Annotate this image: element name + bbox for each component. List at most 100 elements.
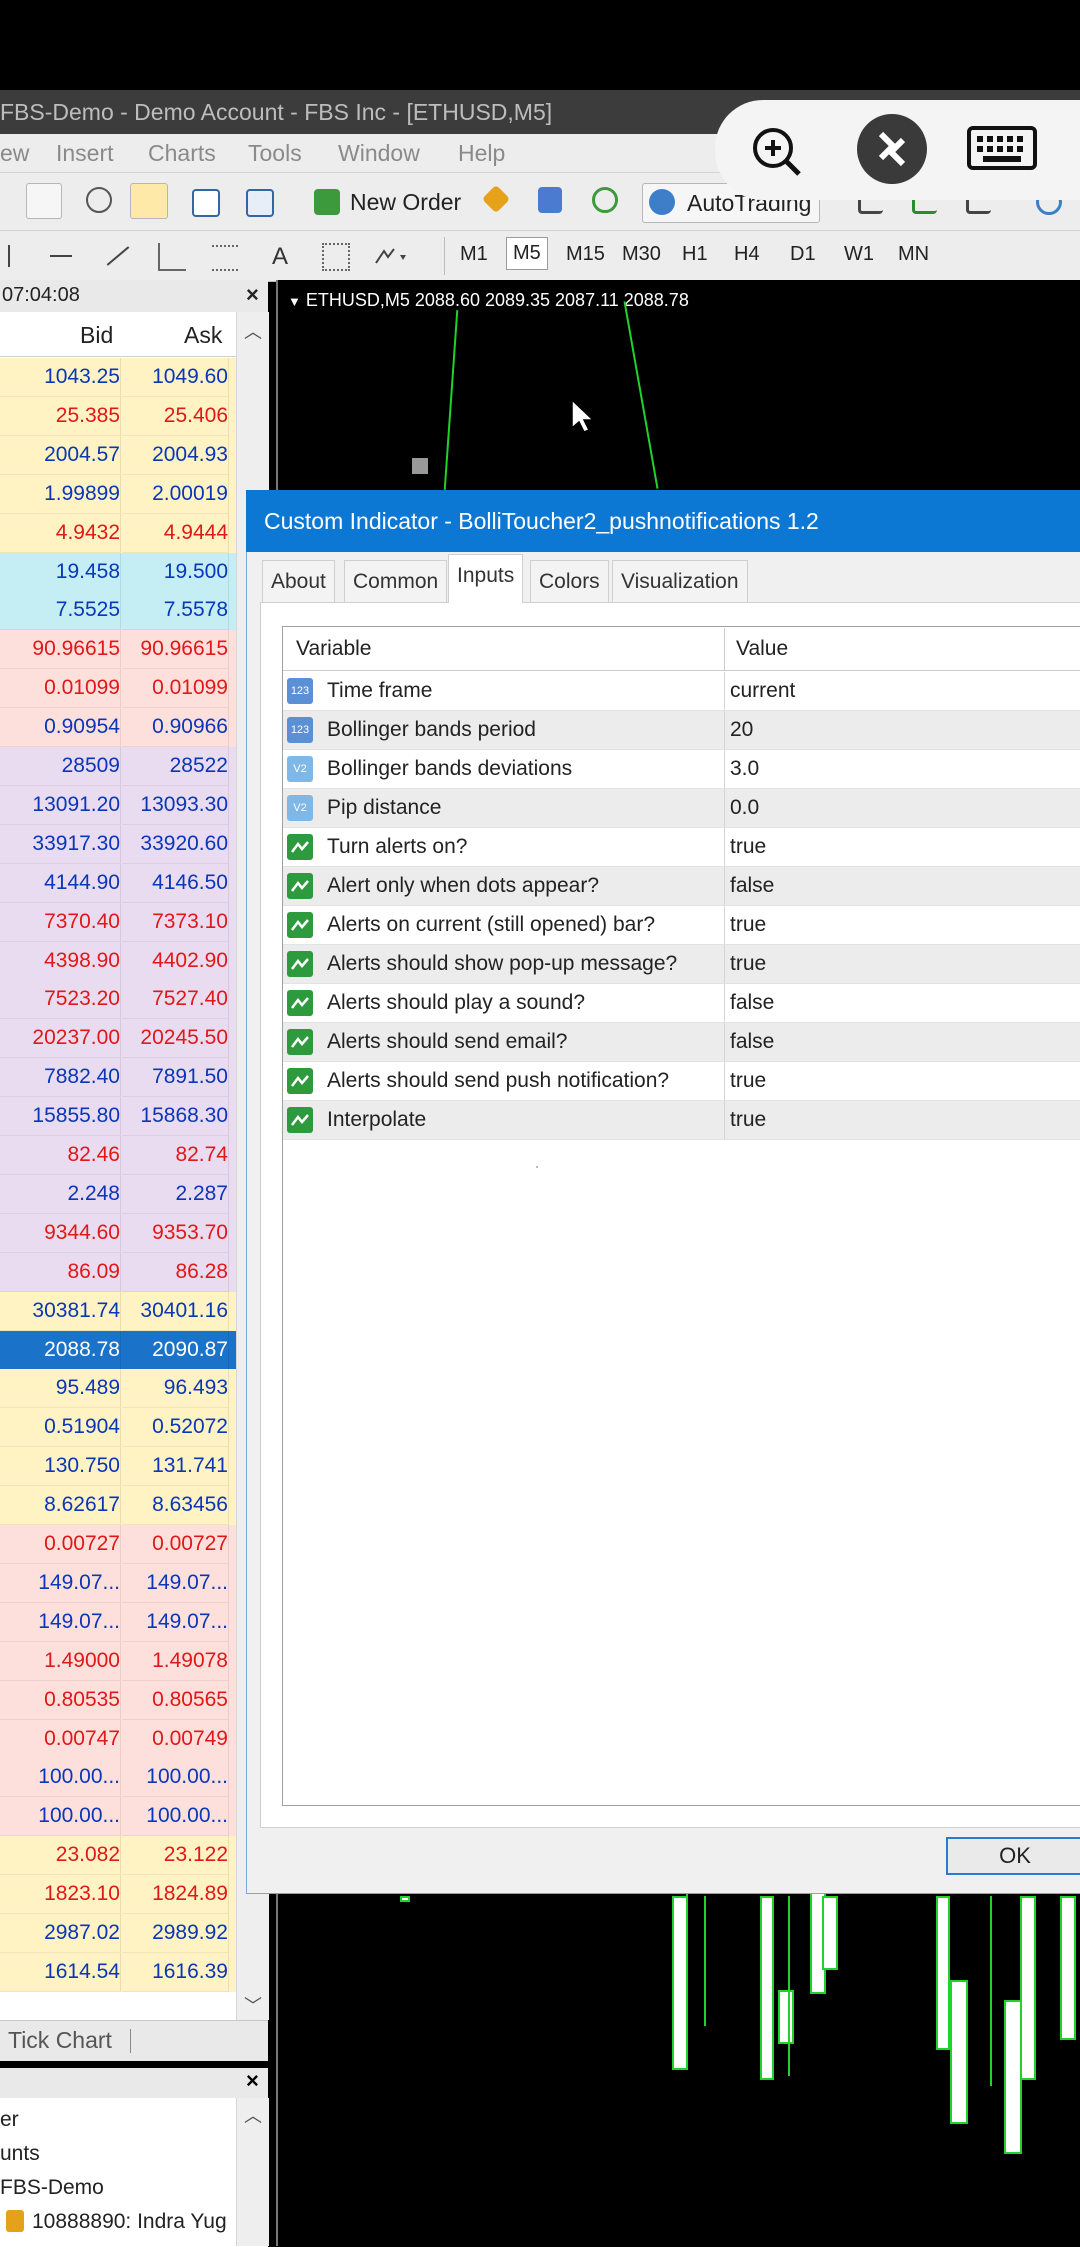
scroll-down-icon[interactable]: ﹀ xyxy=(244,1992,262,2018)
timeframe-m15[interactable]: M15 xyxy=(566,243,605,266)
menu-tools[interactable]: Tools xyxy=(248,134,302,172)
market-watch-row[interactable]: 23.082 23.122 xyxy=(0,1836,236,1876)
input-value[interactable]: 3.0 xyxy=(730,750,759,788)
new-order-button[interactable]: New Order xyxy=(310,183,480,221)
nav-item-accounts[interactable]: unts xyxy=(0,2142,40,2166)
market-icon[interactable] xyxy=(538,187,562,213)
market-watch-row[interactable]: 0.90954 0.90966 xyxy=(0,708,236,748)
trendline-icon[interactable] xyxy=(106,246,130,266)
scroll-up-icon[interactable]: ︿ xyxy=(244,318,262,344)
input-value[interactable]: current xyxy=(730,672,795,710)
chart-template-icon[interactable] xyxy=(26,183,62,219)
market-watch-row[interactable]: 95.489 96.493 xyxy=(0,1369,236,1409)
market-watch-row[interactable]: 0.51904 0.52072 xyxy=(0,1408,236,1448)
market-watch-row[interactable]: 130.750 131.741 xyxy=(0,1447,236,1487)
market-watch-row[interactable]: 33917.30 33920.60 xyxy=(0,824,236,864)
input-value[interactable]: 20 xyxy=(730,711,753,749)
tab-tick-chart[interactable]: Tick Chart xyxy=(8,2027,112,2054)
tab-visualization[interactable]: Visualization xyxy=(612,560,748,603)
timeframe-mn[interactable]: MN xyxy=(898,243,929,266)
input-row[interactable]: 123 Bollinger bands period 20 xyxy=(283,711,1080,750)
market-watch-row[interactable]: 100.00... 100.00... xyxy=(0,1797,236,1837)
market-watch-row[interactable]: 1.49000 1.49078 xyxy=(0,1641,236,1681)
market-watch-row[interactable]: 0.80535 0.80565 xyxy=(0,1680,236,1720)
market-watch-row[interactable]: 0.00727 0.00727 xyxy=(0,1525,236,1564)
ok-button[interactable]: OK xyxy=(946,1837,1080,1875)
input-row[interactable]: V2 Bollinger bands deviations 3.0 xyxy=(283,750,1080,789)
timeframe-m5[interactable]: M5 xyxy=(506,237,548,270)
col-ask[interactable]: Ask xyxy=(184,322,222,349)
market-watch-row[interactable]: 25.385 25.406 xyxy=(0,396,236,436)
market-watch-row[interactable]: 28509 28522 xyxy=(0,747,236,786)
navigator-scrollbar[interactable]: ︿ xyxy=(236,2098,269,2246)
remote-desktop-icon[interactable] xyxy=(857,114,927,184)
tab-inputs[interactable]: Inputs xyxy=(448,554,524,603)
market-watch-row[interactable]: 15855.80 15868.30 xyxy=(0,1097,236,1137)
tab-common[interactable]: Common xyxy=(344,560,448,603)
grid-col-variable[interactable]: Variable xyxy=(296,628,372,670)
input-value[interactable]: false xyxy=(730,1023,774,1061)
market-watch-row[interactable]: 4.9432 4.9444 xyxy=(0,513,236,553)
market-watch-row[interactable]: 90.96615 90.96615 xyxy=(0,630,236,670)
input-value[interactable]: 0.0 xyxy=(730,789,759,827)
timeframe-m1[interactable]: M1 xyxy=(460,243,488,266)
input-value[interactable]: true xyxy=(730,1062,766,1100)
menu-view[interactable]: ew xyxy=(0,134,29,172)
market-watch-row[interactable]: 86.09 86.28 xyxy=(0,1252,236,1292)
market-watch-row[interactable]: 1043.25 1049.60 xyxy=(0,358,236,397)
text-tool[interactable]: A xyxy=(272,243,288,271)
horizontal-line-icon[interactable] xyxy=(50,255,72,257)
market-watch-row[interactable]: 2987.02 2989.92 xyxy=(0,1914,236,1953)
equidistant-channel-icon[interactable] xyxy=(158,243,186,271)
market-watch-row[interactable]: 149.07... 149.07... xyxy=(0,1602,236,1642)
market-watch-row[interactable]: 30381.74 30401.16 xyxy=(0,1291,236,1331)
input-row[interactable]: Alerts should send email? false xyxy=(283,1023,1080,1062)
market-watch-row[interactable]: 0.00747 0.00749 xyxy=(0,1719,236,1759)
crosshair-icon[interactable] xyxy=(86,187,112,213)
market-watch-row[interactable]: 149.07... 149.07... xyxy=(0,1563,236,1603)
market-watch-row[interactable]: 9344.60 9353.70 xyxy=(0,1213,236,1253)
zoom-in-icon[interactable] xyxy=(745,120,807,182)
chart-dropdown-icon[interactable]: ▼ xyxy=(288,294,301,309)
market-watch-row[interactable]: 8.62617 8.63456 xyxy=(0,1486,236,1526)
nav-item-server[interactable]: FBS-Demo xyxy=(0,2176,104,2200)
input-row[interactable]: Alerts should show pop-up message? true xyxy=(283,945,1080,984)
market-watch-row[interactable]: 2.248 2.287 xyxy=(0,1174,236,1214)
vertical-line-icon[interactable] xyxy=(8,245,10,267)
market-watch-row[interactable]: 4398.90 4402.90 xyxy=(0,941,236,981)
close-icon[interactable]: × xyxy=(246,282,259,308)
market-watch-row[interactable]: 7523.20 7527.40 xyxy=(0,980,236,1020)
tab-colors[interactable]: Colors xyxy=(530,560,609,603)
menu-charts[interactable]: Charts xyxy=(148,134,216,172)
nav-item-account[interactable]: 10888890: Indra Yug xyxy=(32,2210,227,2234)
market-watch-row[interactable]: 1823.10 1824.89 xyxy=(0,1875,236,1915)
tab-about[interactable]: About xyxy=(262,560,335,603)
input-row[interactable]: Alert only when dots appear? false xyxy=(283,867,1080,906)
input-row[interactable]: Alerts should send push notification? tru… xyxy=(283,1062,1080,1101)
input-row[interactable]: 123 Time frame current xyxy=(283,672,1080,711)
market-watch-row[interactable]: 7.5525 7.5578 xyxy=(0,591,236,631)
text-label-icon[interactable] xyxy=(322,243,350,271)
input-row[interactable]: V2 Pip distance 0.0 xyxy=(283,789,1080,828)
fibonacci-icon[interactable] xyxy=(212,245,238,271)
navigator-icon[interactable] xyxy=(130,183,168,219)
timeframe-w1[interactable]: W1 xyxy=(844,243,874,266)
market-watch-row[interactable]: 1.99899 2.00019 xyxy=(0,474,236,514)
market-watch-row[interactable]: 4144.90 4146.50 xyxy=(0,863,236,903)
input-value[interactable]: false xyxy=(730,867,774,905)
market-watch-row[interactable]: 82.46 82.74 xyxy=(0,1136,236,1175)
input-value[interactable]: true xyxy=(730,906,766,944)
market-watch-row[interactable]: 7370.40 7373.10 xyxy=(0,902,236,942)
timeframe-h1[interactable]: H1 xyxy=(682,243,708,266)
col-bid[interactable]: Bid xyxy=(80,322,113,349)
market-watch-row[interactable]: 2004.57 2004.93 xyxy=(0,435,236,475)
market-watch-row[interactable]: 2088.78 2090.87 xyxy=(0,1330,236,1370)
market-watch-row[interactable]: 1614.54 1616.39 xyxy=(0,1952,236,1992)
input-value[interactable]: true xyxy=(730,945,766,983)
keyboard-icon[interactable] xyxy=(967,124,1037,174)
nav-item-experts[interactable]: er xyxy=(0,2108,19,2132)
input-row[interactable]: Turn alerts on? true xyxy=(283,828,1080,867)
market-watch-row[interactable]: 19.458 19.500 xyxy=(0,552,236,592)
input-row[interactable]: Alerts should play a sound? false xyxy=(283,984,1080,1023)
market-watch-row[interactable]: 0.01099 0.01099 xyxy=(0,669,236,709)
